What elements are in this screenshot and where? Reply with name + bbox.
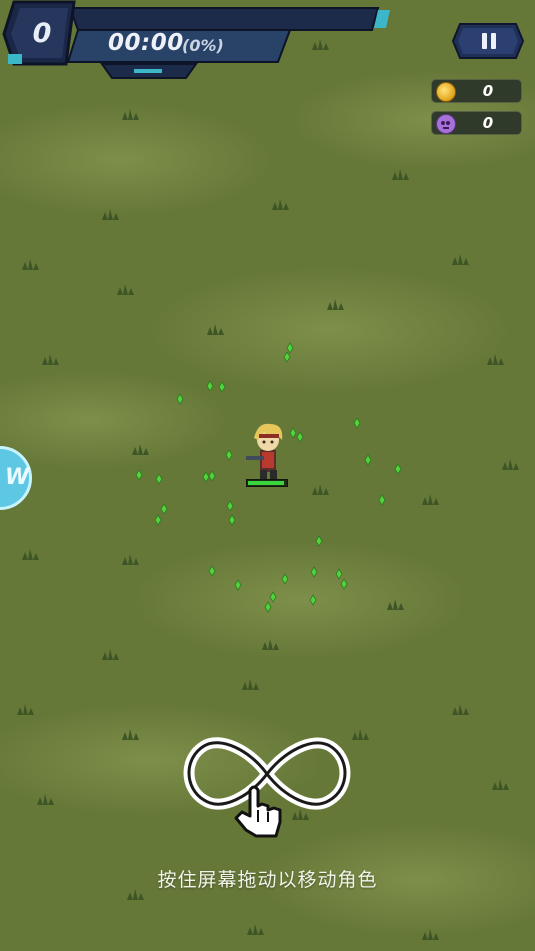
grass-tuft [327, 299, 344, 310]
kill-counter-value: 0 [482, 114, 494, 132]
grass-tuft [422, 929, 439, 940]
grass-tuft [502, 459, 519, 470]
movement-hint-text: 按住屏幕拖动以移动角色 [157, 869, 378, 891]
grass-tuft [392, 169, 409, 180]
grass-tuft [117, 284, 134, 295]
grass-tuft [452, 254, 469, 265]
player-health-bar [246, 479, 288, 487]
skull-icon [436, 114, 456, 134]
grass-tuft [17, 704, 34, 715]
pause-button[interactable] [452, 22, 524, 60]
grass-tuft [122, 109, 139, 120]
grass-tuft [22, 259, 39, 270]
coin-counter: 0 [431, 79, 522, 103]
grass-tuft [422, 494, 439, 505]
grass-tuft [207, 324, 224, 335]
player-health-fill [248, 481, 284, 485]
grass-tuft [387, 599, 404, 610]
movement-tutorial: 按住屏幕拖动以移动角色 [0, 730, 535, 900]
grass-tuft [487, 354, 504, 365]
grass-tuft [102, 209, 119, 220]
grass-tuft [452, 704, 469, 715]
grass-tuft [262, 639, 279, 650]
grass-tuft [247, 924, 264, 935]
survival-timer: 00:00 [108, 30, 184, 56]
top-hud-panel: 0 00:00 (0%) [0, 0, 400, 90]
grass-tuft [312, 484, 329, 495]
game-field[interactable]: 0 00:00 (0%) 0 0 W 按住屏幕拖动以移动角色 [0, 0, 535, 951]
grass-tuft [242, 679, 259, 690]
infinity-drag-gesture-icon [183, 737, 351, 838]
grass-tuft [122, 554, 139, 565]
grass-tuft [22, 549, 39, 560]
grass-tuft [132, 444, 149, 455]
grass-tuft [102, 649, 119, 660]
enemy-kill-counter: 0 [431, 111, 522, 135]
skill-glyph-icon: W [5, 465, 30, 490]
grass-tuft [272, 199, 289, 210]
grass-tuft [42, 354, 59, 365]
progress-percent: (0%) [182, 36, 224, 55]
coin-count: 0 [482, 82, 494, 100]
kill-count: 0 [32, 18, 52, 49]
coin-icon [436, 82, 456, 102]
